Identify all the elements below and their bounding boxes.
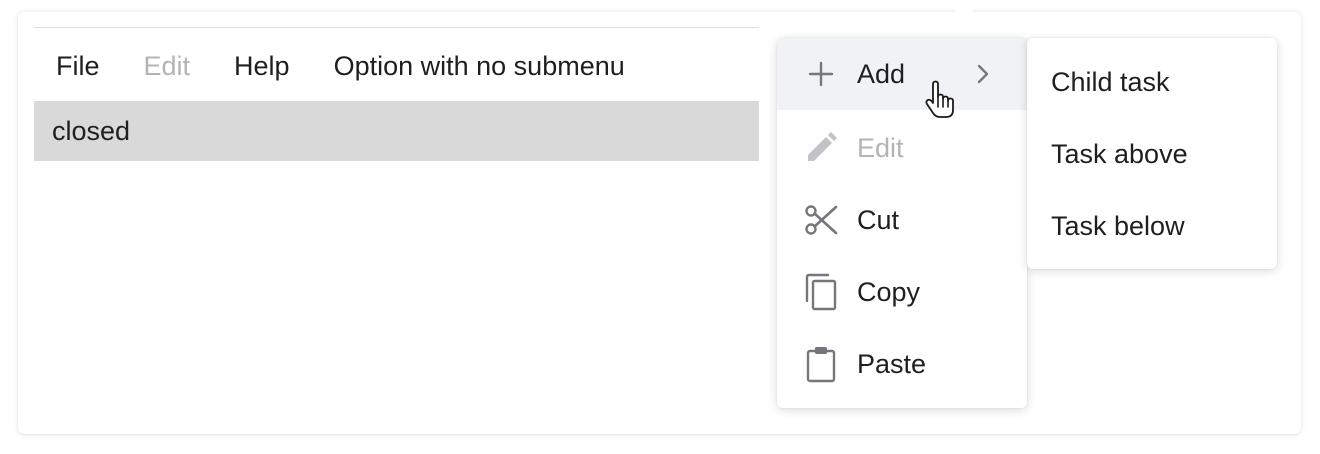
- context-item-label: Copy: [857, 276, 921, 307]
- context-item-label: Cut: [857, 204, 900, 235]
- panel-notch: [955, 8, 973, 14]
- submenu-item-child-task[interactable]: Child task: [1027, 46, 1277, 118]
- context-item-label: Add: [857, 58, 906, 89]
- submenu-item-label: Task above: [1051, 139, 1188, 169]
- context-item-copy[interactable]: Copy: [777, 256, 1027, 328]
- plus-icon: [803, 56, 839, 92]
- context-item-label: Edit: [857, 132, 904, 163]
- menubar: File Edit Help Option with no submenu: [34, 36, 759, 96]
- context-item-paste[interactable]: Paste: [777, 328, 1027, 400]
- context-item-cut[interactable]: Cut: [777, 184, 1027, 256]
- scissors-icon: [803, 202, 839, 238]
- copy-icon: [803, 273, 839, 311]
- menubar-item-option-no-submenu[interactable]: Option with no submenu: [312, 36, 647, 96]
- menubar-item-edit: Edit: [143, 51, 191, 81]
- clipboard-icon: [803, 346, 839, 383]
- status-bar: closed: [34, 101, 759, 161]
- pencil-icon: [803, 130, 839, 166]
- menubar-item-file[interactable]: File: [34, 36, 122, 96]
- hand-pointer-cursor-icon: [925, 80, 954, 118]
- context-item-label: Paste: [857, 348, 927, 379]
- submenu-item-label: Child task: [1051, 67, 1170, 97]
- status-text: closed: [52, 116, 131, 146]
- top-divider: [34, 27, 759, 28]
- submenu-item-task-above[interactable]: Task above: [1027, 118, 1277, 190]
- context-item-add[interactable]: Add: [777, 38, 1027, 110]
- submenu-item-label: Task below: [1051, 211, 1185, 241]
- menubar-item-help[interactable]: Help: [212, 36, 312, 96]
- context-menu: Add Edit Cut Copy Paste: [777, 38, 1027, 408]
- add-submenu: Child task Task above Task below: [1027, 38, 1277, 269]
- context-item-edit: Edit: [777, 112, 1027, 184]
- submenu-item-task-below[interactable]: Task below: [1027, 190, 1277, 262]
- chevron-right-icon: [977, 64, 989, 84]
